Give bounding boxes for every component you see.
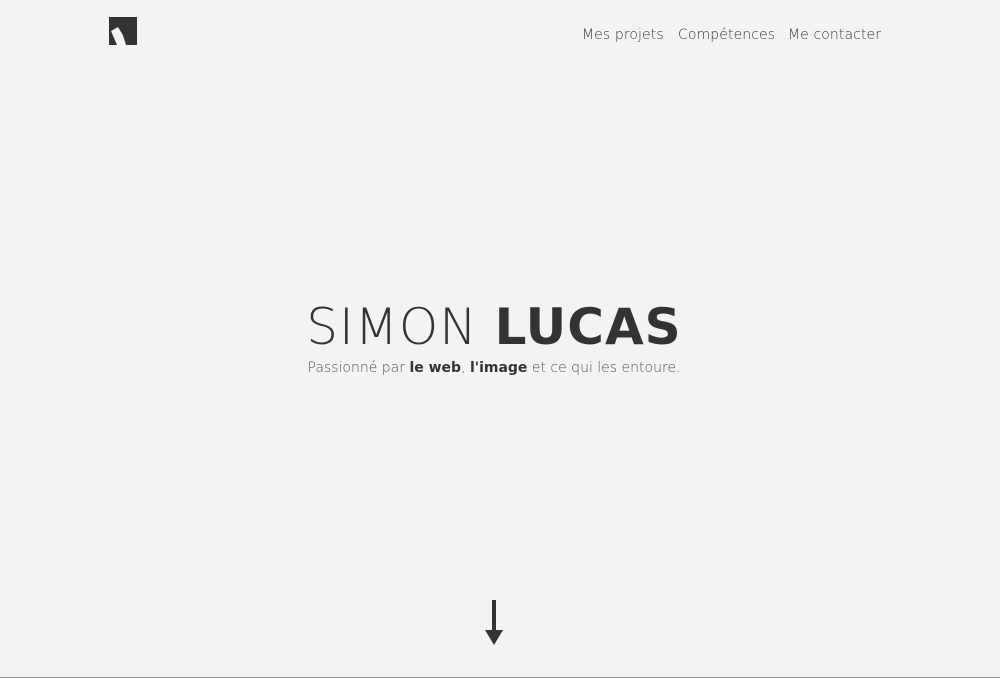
tagline-separator: , xyxy=(461,360,470,376)
hero: SIMON LUCAS Passionné par le web, l'imag… xyxy=(0,298,1000,378)
hero-first-name: SIMON xyxy=(306,298,478,356)
hero-last-name: LUCAS xyxy=(494,298,682,356)
hero-title: SIMON LUCAS xyxy=(0,298,994,356)
tagline-highlight-web: le web xyxy=(409,360,462,376)
nav-link-competences[interactable]: Compétences xyxy=(678,27,775,43)
nav-link-contact[interactable]: Me contacter xyxy=(788,27,881,43)
arrow-down-icon[interactable] xyxy=(484,600,504,646)
tagline-highlight-image: l'image xyxy=(469,360,528,376)
tagline-suffix: et ce qui les entoure. xyxy=(527,360,681,376)
tagline-prefix: Passionné par xyxy=(307,360,410,376)
nav-link-projets[interactable]: Mes projets xyxy=(582,27,664,43)
hero-tagline: Passionné par le web, l'image et ce qui … xyxy=(0,358,994,378)
page: Mes projets Compétences Me contacter SIM… xyxy=(0,0,1000,678)
main-nav: Mes projets Compétences Me contacter xyxy=(0,27,1000,47)
